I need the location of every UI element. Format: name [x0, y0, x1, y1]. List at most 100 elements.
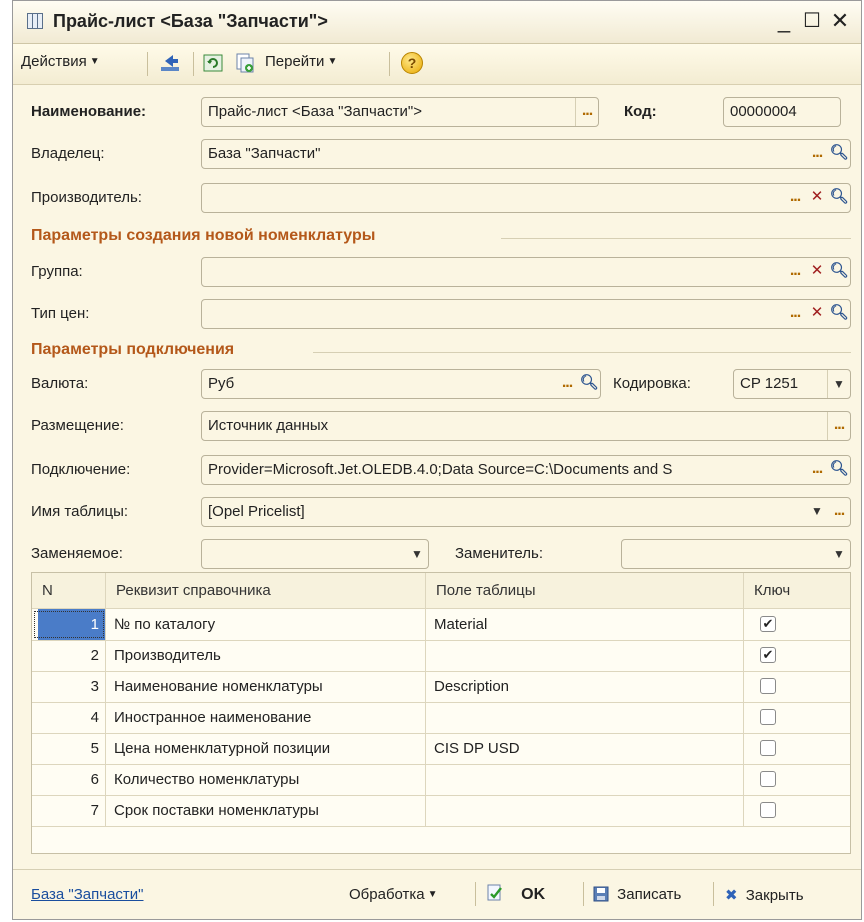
owner-link[interactable]: База "Запчасти": [31, 886, 144, 903]
table-row[interactable]: 3 Наименование номенклатуры Description: [32, 671, 850, 703]
table-name-field[interactable]: [Opel Pricelist] ▼ ...: [201, 497, 851, 527]
chevron-down-icon[interactable]: ▼: [806, 498, 828, 526]
ok-button[interactable]: OK: [487, 884, 545, 904]
footer-separator: [475, 882, 476, 906]
row-attribute: № по каталогу: [106, 609, 426, 640]
ok-label: OK: [521, 886, 546, 903]
key-checkbox[interactable]: [760, 709, 776, 725]
select-button[interactable]: ...: [828, 498, 850, 526]
key-checkbox[interactable]: [760, 802, 776, 818]
row-key-cell: ✔: [744, 640, 850, 671]
row-attribute: Производитель: [106, 640, 426, 671]
row-key-cell: ✔: [744, 609, 850, 640]
key-checkbox[interactable]: ✔: [760, 647, 776, 663]
toolbar: Действия ▼ Перейти ▼ ?: [13, 44, 861, 85]
name-field[interactable]: Прайс-лист <База "Запчасти"> ...: [201, 97, 599, 127]
close-window-button[interactable]: ✕: [827, 7, 853, 35]
maximize-button[interactable]: ☐: [799, 7, 825, 35]
price-type-field[interactable]: ... ✕ 🔍︎: [201, 299, 851, 329]
key-checkbox[interactable]: [760, 740, 776, 756]
row-attribute: Количество номенклатуры: [106, 764, 426, 795]
owner-field[interactable]: База "Запчасти" ... 🔍︎: [201, 139, 851, 169]
row-field[interactable]: CIS DP USD: [426, 733, 744, 764]
replacement-select[interactable]: ▼: [621, 539, 851, 569]
row-field[interactable]: Description: [426, 671, 744, 702]
minimize-button[interactable]: _: [771, 7, 797, 35]
arrow-left-icon[interactable]: [159, 53, 181, 73]
chevron-down-icon[interactable]: ▼: [828, 540, 850, 568]
table-row[interactable]: 2 Производитель ✔: [32, 640, 850, 672]
column-header-n[interactable]: N: [32, 573, 106, 609]
column-header-attribute[interactable]: Реквизит справочника: [106, 573, 426, 609]
table-row[interactable]: 6 Количество номенклатуры: [32, 764, 850, 796]
row-attribute: Срок поставки номенклатуры: [106, 795, 426, 826]
row-field[interactable]: [426, 795, 744, 826]
footer-separator: [583, 882, 584, 906]
row-field[interactable]: [426, 640, 744, 671]
search-icon[interactable]: 🔍︎: [828, 300, 850, 328]
placement-label: Размещение:: [31, 417, 124, 434]
clear-icon[interactable]: ✕: [806, 300, 828, 328]
save-button[interactable]: Записать: [593, 886, 681, 903]
key-checkbox[interactable]: [760, 678, 776, 694]
encoding-select[interactable]: CP 1251 ▼: [733, 369, 851, 399]
goto-menu[interactable]: Перейти ▼: [265, 53, 337, 70]
column-header-field[interactable]: Поле таблицы: [426, 573, 744, 609]
placement-field[interactable]: Источник данных ...: [201, 411, 851, 441]
row-number: 4: [32, 702, 106, 733]
clear-icon[interactable]: ✕: [806, 258, 828, 286]
close-button[interactable]: ✖ Закрыть: [725, 886, 804, 904]
select-button[interactable]: ...: [784, 184, 806, 212]
row-number: 3: [32, 671, 106, 702]
currency-field[interactable]: Руб ... 🔍︎: [201, 369, 601, 399]
table-name-value: [Opel Pricelist]: [208, 503, 305, 520]
select-button[interactable]: ...: [806, 456, 828, 484]
footer-separator: [713, 882, 714, 906]
refresh-icon[interactable]: [203, 53, 223, 73]
table-icon: [27, 13, 43, 29]
actions-menu[interactable]: Действия ▼: [21, 53, 100, 70]
row-field[interactable]: Material: [426, 609, 744, 640]
row-attribute: Цена номенклатурной позиции: [106, 733, 426, 764]
select-button[interactable]: ...: [784, 300, 806, 328]
row-key-cell: [744, 702, 850, 733]
replaceable-select[interactable]: ▼: [201, 539, 429, 569]
group-field[interactable]: ... ✕ 🔍︎: [201, 257, 851, 287]
row-field[interactable]: [426, 764, 744, 795]
chevron-down-icon[interactable]: ▼: [827, 370, 850, 398]
search-icon[interactable]: 🔍︎: [828, 140, 850, 168]
search-icon[interactable]: 🔍︎: [828, 184, 850, 212]
section-new-nomenclature: Параметры создания новой номенклатуры: [31, 227, 851, 249]
table-row[interactable]: 7 Срок поставки номенклатуры: [32, 795, 850, 827]
processing-menu[interactable]: Обработка ▼: [349, 886, 438, 903]
column-header-key[interactable]: Ключ: [744, 573, 850, 609]
search-icon[interactable]: 🔍︎: [828, 456, 850, 484]
connection-label: Подключение:: [31, 461, 131, 478]
select-button[interactable]: ...: [784, 258, 806, 286]
toolbar-separator: [389, 52, 390, 76]
table-row[interactable]: 5 Цена номенклатурной позиции CIS DP USD: [32, 733, 850, 765]
table-row[interactable]: 4 Иностранное наименование: [32, 702, 850, 734]
currency-value: Руб: [208, 375, 235, 392]
select-button[interactable]: ...: [575, 98, 598, 126]
key-checkbox[interactable]: [760, 771, 776, 787]
help-icon[interactable]: ?: [401, 52, 423, 74]
select-button[interactable]: ...: [556, 370, 578, 398]
row-number: 2: [32, 640, 106, 671]
chevron-down-icon[interactable]: ▼: [406, 540, 428, 568]
clear-icon[interactable]: ✕: [806, 184, 828, 212]
key-checkbox[interactable]: ✔: [760, 616, 776, 632]
row-field[interactable]: [426, 702, 744, 733]
search-icon[interactable]: 🔍︎: [828, 258, 850, 286]
title-bar: Прайс-лист <База "Запчасти"> _ ☐ ✕: [13, 1, 861, 44]
select-button[interactable]: ...: [806, 140, 828, 168]
manufacturer-field[interactable]: ... ✕ 🔍︎: [201, 183, 851, 213]
select-button[interactable]: ...: [827, 412, 850, 440]
connection-value: Provider=Microsoft.Jet.OLEDB.4.0;Data So…: [208, 461, 673, 478]
search-icon[interactable]: 🔍︎: [578, 370, 600, 398]
copy-document-icon[interactable]: [235, 53, 255, 73]
table-row[interactable]: 1 № по каталогу Material ✔: [32, 609, 850, 641]
save-label: Записать: [617, 886, 682, 903]
connection-field[interactable]: Provider=Microsoft.Jet.OLEDB.4.0;Data So…: [201, 455, 851, 485]
code-field[interactable]: 00000004: [723, 97, 841, 127]
